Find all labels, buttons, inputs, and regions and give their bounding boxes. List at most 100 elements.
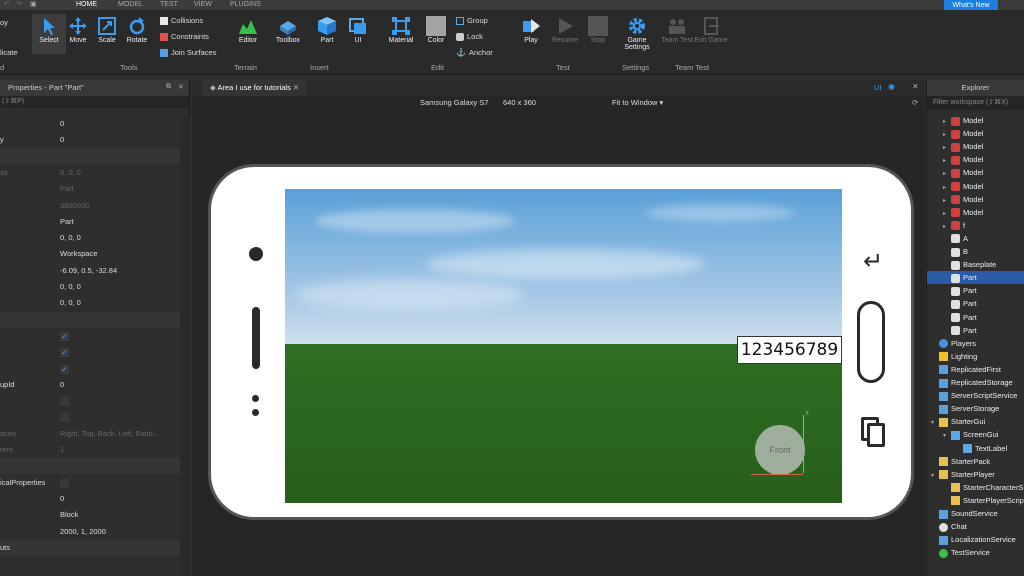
- explorer-item[interactable]: ▸ Model: [927, 114, 1024, 127]
- team-test-button[interactable]: Team Test: [660, 14, 694, 44]
- property-value[interactable]: Right, Top, Back, Left, Botto...: [60, 426, 159, 442]
- property-value[interactable]: 2000, 1, 2000: [60, 524, 106, 540]
- explorer-item[interactable]: Part: [927, 311, 1024, 324]
- rotate-tool-button[interactable]: Rotate: [120, 14, 154, 44]
- eye-icon[interactable]: ◉: [888, 82, 895, 91]
- panel-options-icon[interactable]: ⧉: [166, 83, 171, 91]
- property-row[interactable]: icalProperties: [0, 475, 180, 491]
- tab-view[interactable]: VIEW: [194, 0, 212, 10]
- property-row[interactable]: Block: [0, 507, 180, 523]
- properties-filter-input[interactable]: (⇧⌘P): [0, 96, 189, 108]
- explorer-item[interactable]: Baseplate: [927, 258, 1024, 271]
- explorer-item[interactable]: B: [927, 245, 1024, 258]
- exit-game-button[interactable]: Exit Game: [694, 14, 728, 44]
- property-row[interactable]: 0, 0, 0: [0, 230, 180, 246]
- explorer-item[interactable]: A: [927, 232, 1024, 245]
- toolbox-button[interactable]: Toolbox: [271, 14, 305, 44]
- explorer-item[interactable]: Part: [927, 284, 1024, 297]
- duplicate-label[interactable]: licate: [0, 48, 18, 57]
- constraints-toggle[interactable]: Constraints: [160, 32, 209, 41]
- explorer-item[interactable]: ▾ StarterGui: [927, 415, 1024, 428]
- close-icon[interactable]: ✕: [178, 83, 184, 91]
- property-row[interactable]: [0, 393, 180, 409]
- text-label[interactable]: 123456789: [737, 336, 842, 364]
- explorer-item[interactable]: Players: [927, 337, 1024, 350]
- property-checkbox[interactable]: [60, 413, 69, 423]
- terrain-editor-button[interactable]: Editor: [231, 14, 265, 44]
- explorer-item[interactable]: ▸ Model: [927, 193, 1024, 206]
- group-button[interactable]: Group: [456, 16, 488, 25]
- explorer-item[interactable]: LocalizationService: [927, 533, 1024, 546]
- property-value[interactable]: 1: [60, 442, 64, 458]
- property-value[interactable]: 3600000: [60, 198, 89, 214]
- scale-tool-button[interactable]: Scale: [90, 14, 124, 44]
- property-value[interactable]: 0, 0, 0: [60, 165, 81, 181]
- property-row[interactable]: 0: [0, 116, 180, 132]
- explorer-item[interactable]: ▸ Model: [927, 166, 1024, 179]
- property-value[interactable]: 0, 0, 0: [60, 295, 81, 311]
- stop-button[interactable]: Stop: [581, 14, 615, 44]
- property-row[interactable]: 0, 0, 0: [0, 279, 180, 295]
- explorer-item[interactable]: ServerStorage: [927, 402, 1024, 415]
- lock-button[interactable]: Lock: [456, 32, 483, 41]
- resolution-select[interactable]: 640 x 360: [503, 96, 536, 110]
- close-tab-icon[interactable]: ✕: [291, 83, 299, 92]
- view-cube-front[interactable]: Front: [755, 425, 805, 475]
- tab-model[interactable]: MODEL: [118, 0, 143, 10]
- explorer-item[interactable]: Part: [927, 297, 1024, 310]
- property-row[interactable]: 3600000: [0, 198, 180, 214]
- explorer-item[interactable]: ▸ Model: [927, 140, 1024, 153]
- property-value[interactable]: Part: [60, 214, 74, 230]
- property-category[interactable]: uts: [0, 539, 180, 556]
- explorer-item[interactable]: ▸ f: [927, 219, 1024, 232]
- tab-test[interactable]: TEST: [160, 0, 178, 10]
- document-tab[interactable]: ◆ Area I use for tutorials ✕: [202, 80, 308, 96]
- game-settings-button[interactable]: Game Settings: [619, 14, 655, 51]
- redo-icon[interactable]: ↷: [16, 0, 22, 10]
- property-checkbox[interactable]: ✓: [60, 364, 69, 374]
- undo-icon[interactable]: ↶: [4, 0, 10, 10]
- ui-visibility-toggle[interactable]: UI: [874, 83, 882, 92]
- property-row[interactable]: [0, 409, 180, 425]
- join-surfaces-toggle[interactable]: Join Surfaces: [160, 48, 216, 57]
- property-value[interactable]: 0: [60, 132, 64, 148]
- property-category[interactable]: [0, 458, 180, 475]
- game-screen[interactable]: 123456789 Front Y: [285, 189, 842, 503]
- explorer-item[interactable]: Part: [927, 324, 1024, 337]
- property-row[interactable]: 0: [0, 491, 180, 507]
- property-value[interactable]: 0, 0, 0: [60, 279, 81, 295]
- part-button[interactable]: Part: [310, 14, 344, 44]
- explorer-item[interactable]: StarterPack: [927, 455, 1024, 468]
- explorer-item[interactable]: ReplicatedFirst: [927, 363, 1024, 376]
- explorer-item[interactable]: ▸ Model: [927, 127, 1024, 140]
- explorer-item[interactable]: Lighting: [927, 350, 1024, 363]
- property-value[interactable]: Block: [60, 507, 78, 523]
- explorer-filter-input[interactable]: Filter workspace (⇧⌘X): [927, 96, 1024, 110]
- explorer-item[interactable]: Part: [927, 271, 1024, 285]
- properties-scrollbar[interactable]: [180, 116, 190, 576]
- file-icon[interactable]: ▣: [30, 0, 37, 10]
- explorer-item[interactable]: ▾ ScreenGui: [927, 428, 1024, 441]
- property-row[interactable]: upId 0: [0, 377, 180, 393]
- explorer-item[interactable]: SoundService: [927, 507, 1024, 520]
- tab-plugins[interactable]: PLUGINS: [230, 0, 261, 10]
- color-button[interactable]: Color: [419, 14, 453, 44]
- property-row[interactable]: Part: [0, 214, 180, 230]
- property-row[interactable]: 0, 0, 0: [0, 295, 180, 311]
- property-value[interactable]: -6.09, 0.5, -32.84: [60, 263, 117, 279]
- property-value[interactable]: 0: [60, 491, 64, 507]
- property-row[interactable]: ✓: [0, 328, 180, 344]
- close-icon[interactable]: ✕: [912, 82, 919, 91]
- explorer-item[interactable]: ReplicatedStorage: [927, 376, 1024, 389]
- ui-button[interactable]: UI: [341, 14, 375, 44]
- property-value[interactable]: Workspace: [60, 246, 97, 262]
- property-row[interactable]: -6.09, 0.5, -32.84: [0, 263, 180, 279]
- property-category[interactable]: [0, 311, 180, 328]
- property-row[interactable]: ✓: [0, 344, 180, 360]
- property-row[interactable]: rent 1: [0, 442, 180, 458]
- explorer-item[interactable]: ▾ StarterPlayer: [927, 468, 1024, 481]
- property-value[interactable]: 0, 0, 0: [60, 230, 81, 246]
- property-row[interactable]: y0: [0, 132, 180, 148]
- explorer-item[interactable]: StarterPlayerScripts: [927, 494, 1024, 507]
- property-checkbox[interactable]: [60, 397, 69, 407]
